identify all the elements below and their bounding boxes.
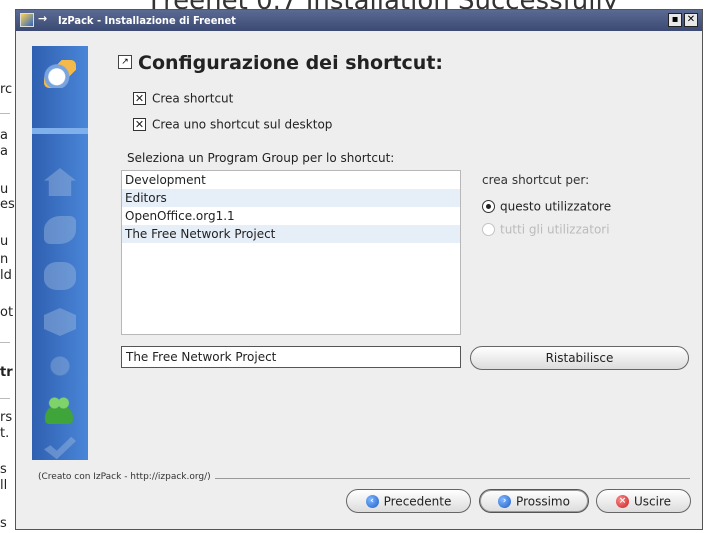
gears-icon — [44, 352, 76, 380]
radio-unselected-icon — [482, 223, 495, 236]
maximize-button[interactable]: ▪ — [668, 13, 682, 27]
radio-selected-icon[interactable] — [482, 200, 495, 213]
background-divider — [0, 113, 10, 114]
background-text-fragment: ot — [0, 305, 14, 320]
sidebar-image — [32, 46, 88, 460]
background-text-fragment: a — [0, 128, 8, 143]
background-text-fragment: rc — [0, 82, 13, 97]
back-arrow-icon: ‹ — [365, 495, 379, 508]
close-button[interactable]: ✕ — [684, 13, 698, 27]
installer-window: → IzPack - Installazione di Freenet ▪ ✕ … — [15, 9, 703, 530]
background-text-fragment: u — [0, 234, 9, 249]
checkbox-label: Crea uno shortcut sul desktop — [152, 117, 333, 132]
background-text-fragment: ld — [0, 268, 12, 283]
check-icon — [44, 436, 76, 460]
window-title: IzPack - Installazione di Freenet — [58, 14, 236, 27]
background-text-fragment: es — [0, 197, 15, 212]
list-item[interactable]: OpenOffice.org1.1 — [122, 207, 460, 225]
background-text-fragment: u — [0, 182, 9, 197]
users-icon — [44, 394, 74, 424]
install-icon — [44, 60, 76, 88]
list-item[interactable]: The Free Network Project — [122, 225, 460, 243]
background-text-fragment: s — [0, 462, 7, 477]
desktop-shortcut-checkbox[interactable]: ✕ Crea uno shortcut sul desktop — [133, 117, 332, 135]
list-item[interactable]: Editors — [122, 189, 460, 207]
background-divider — [0, 398, 10, 399]
shortcut-icon: ↗ — [118, 55, 132, 69]
panel-heading: Configurazione dei shortcut: — [138, 52, 444, 74]
path-icon — [44, 262, 76, 290]
background-text-fragment: tr — [0, 365, 13, 380]
background-text-fragment: rs — [0, 410, 13, 425]
program-group-field[interactable]: The Free Network Project — [121, 346, 461, 368]
radio-all-users: tutti gli utilizzatori — [482, 222, 610, 240]
checkbox-checked-icon[interactable]: ✕ — [133, 118, 146, 131]
radio-label: questo utilizzatore — [500, 199, 612, 214]
home-icon — [44, 168, 76, 196]
background-text-fragment: s — [0, 516, 7, 531]
arrow-icon: → — [38, 12, 48, 25]
checkbox-label: Crea shortcut — [152, 91, 234, 106]
sidebar-separator — [32, 128, 88, 134]
izpack-credit: (Creato con IzPack - http://izpack.org/) — [38, 472, 215, 482]
radio-this-user[interactable]: questo utilizzatore — [482, 199, 611, 217]
reset-button[interactable]: Ristabilisce — [470, 346, 689, 370]
background-text-fragment: t. — [0, 426, 10, 441]
box-icon — [44, 308, 76, 336]
shortcut-for-label: crea shortcut per: — [482, 173, 590, 187]
previous-button[interactable]: ‹ Precedente — [346, 489, 471, 513]
background-text-fragment: ll — [0, 478, 8, 493]
package-icon — [44, 216, 76, 244]
title-bar[interactable]: → IzPack - Installazione di Freenet ▪ ✕ — [16, 10, 702, 31]
exit-button[interactable]: × Uscire — [596, 489, 691, 513]
program-group-label: Seleziona un Program Group per lo shortc… — [127, 151, 395, 165]
create-shortcut-checkbox[interactable]: ✕ Crea shortcut — [133, 91, 233, 109]
radio-label: tutti gli utilizzatori — [500, 222, 610, 237]
next-button[interactable]: › Prossimo — [479, 489, 589, 513]
background-text-fragment: n — [0, 252, 9, 267]
previous-label: Precedente — [383, 494, 452, 509]
exit-x-icon: × — [615, 495, 629, 508]
app-icon[interactable] — [20, 13, 34, 27]
checkbox-checked-icon[interactable]: ✕ — [133, 92, 146, 105]
program-group-list[interactable]: Development Editors OpenOffice.org1.1 Th… — [121, 170, 461, 335]
next-label: Prossimo — [516, 494, 570, 509]
next-arrow-icon: › — [498, 495, 512, 508]
exit-label: Uscire — [633, 494, 672, 509]
list-item[interactable]: Development — [122, 171, 460, 189]
background-divider — [0, 342, 10, 343]
background-text-fragment: a — [0, 144, 8, 159]
